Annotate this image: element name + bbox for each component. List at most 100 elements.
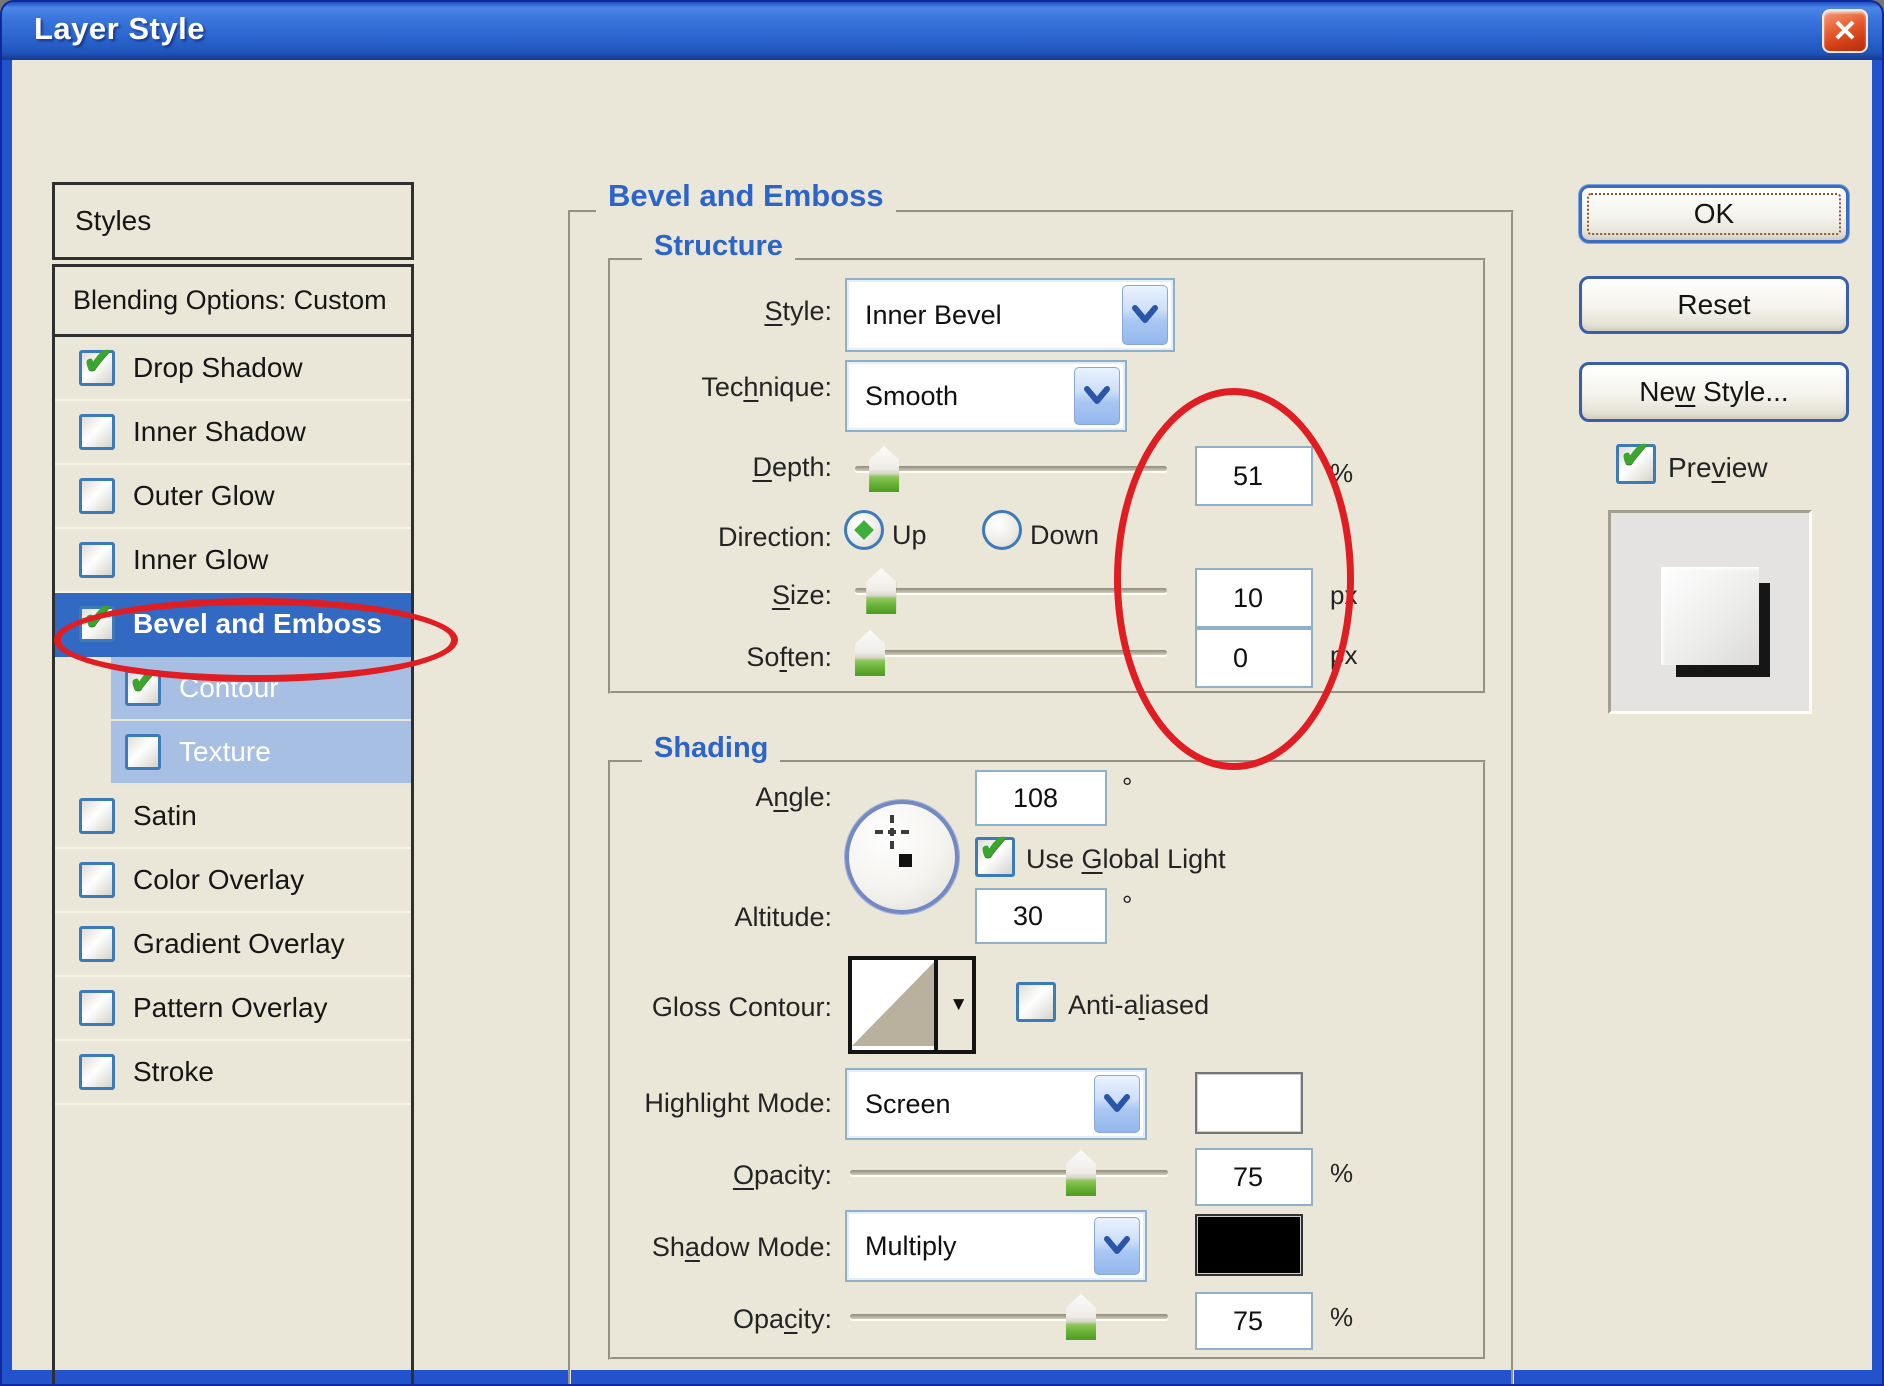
preview-bevel-square	[1661, 567, 1759, 665]
gloss-contour-label: Gloss Contour:	[482, 992, 832, 1023]
style-list-item[interactable]: Gradient Overlay	[55, 913, 411, 977]
depth-slider[interactable]	[855, 446, 1167, 494]
reset-button[interactable]: Reset	[1579, 276, 1849, 334]
style-list-item[interactable]: Stroke	[55, 1041, 411, 1105]
item-checkbox[interactable]	[79, 862, 115, 898]
use-global-light-checkbox[interactable]: ✔	[975, 837, 1015, 877]
highlight-opacity-thumb[interactable]	[1066, 1150, 1096, 1196]
item-label: Stroke	[133, 1056, 214, 1088]
highlight-mode-select[interactable]: Screen	[845, 1068, 1147, 1140]
shadow-color-swatch[interactable]	[1195, 1214, 1303, 1276]
direction-radio-down[interactable]	[982, 510, 1022, 550]
soften-input[interactable]	[1195, 628, 1313, 688]
style-list-item[interactable]: ✔Contour	[55, 657, 411, 721]
gloss-contour-swatch[interactable]: ▼	[848, 956, 976, 1054]
item-checkbox[interactable]	[79, 926, 115, 962]
angle-dial[interactable]	[845, 800, 959, 914]
ok-button[interactable]: OK	[1579, 185, 1849, 243]
gloss-contour-dropdown-icon[interactable]: ▼	[949, 994, 968, 1016]
style-list-item[interactable]: ✔Drop Shadow	[55, 337, 411, 401]
item-label: Inner Glow	[133, 544, 268, 576]
item-label: Gradient Overlay	[133, 928, 345, 960]
preview-label: Preview	[1668, 452, 1768, 484]
style-list-item[interactable]: ✔Bevel and Emboss	[55, 593, 411, 657]
depth-slider-track[interactable]	[855, 466, 1167, 471]
chevron-down-icon[interactable]	[1074, 367, 1120, 425]
window-title: Layer Style	[34, 11, 205, 47]
highlight-opacity-input[interactable]	[1195, 1148, 1313, 1206]
size-slider-track[interactable]	[855, 588, 1167, 593]
shadow-opacity-unit: %	[1330, 1302, 1353, 1333]
altitude-unit: °	[1122, 890, 1132, 921]
shadow-opacity-thumb[interactable]	[1066, 1294, 1096, 1340]
chevron-down-icon[interactable]	[1094, 1075, 1140, 1133]
altitude-input[interactable]	[975, 888, 1107, 944]
new-style-button[interactable]: New Style...	[1579, 362, 1849, 422]
style-select[interactable]: Inner Bevel	[845, 278, 1175, 352]
item-checkbox[interactable]	[79, 414, 115, 450]
angle-crosshair-icon	[890, 815, 894, 849]
anti-aliased-checkbox[interactable]	[1016, 982, 1056, 1022]
item-checkbox[interactable]: ✔	[79, 606, 115, 642]
shadow-opacity-track[interactable]	[850, 1314, 1168, 1319]
soften-slider-thumb[interactable]	[855, 630, 885, 676]
style-list-item[interactable]: Outer Glow	[55, 465, 411, 529]
item-checkbox[interactable]	[79, 990, 115, 1026]
gloss-contour-thumbnail[interactable]	[852, 960, 938, 1050]
highlight-color-swatch[interactable]	[1195, 1072, 1303, 1134]
shadow-opacity-input[interactable]	[1195, 1292, 1313, 1350]
close-button[interactable]: ✕	[1822, 9, 1868, 53]
shadow-mode-label: Shadow Mode:	[482, 1232, 832, 1263]
item-checkbox[interactable]	[79, 1054, 115, 1090]
soften-slider[interactable]	[855, 630, 1167, 678]
styles-list: Blending Options: Custom✔Drop Shadow Inne…	[52, 264, 414, 1386]
style-list-item[interactable]: Inner Glow	[55, 529, 411, 593]
shadow-mode-select[interactable]: Multiply	[845, 1210, 1147, 1282]
depth-input[interactable]	[1195, 446, 1313, 506]
technique-label: Technique:	[482, 372, 832, 403]
chevron-down-icon[interactable]	[1122, 285, 1168, 345]
styles-header-label: Styles	[75, 205, 151, 237]
item-checkbox[interactable]: ✔	[125, 670, 161, 706]
item-checkbox[interactable]	[79, 798, 115, 834]
item-checkbox[interactable]	[79, 542, 115, 578]
item-label: Pattern Overlay	[133, 992, 328, 1024]
highlight-opacity-unit: %	[1330, 1158, 1353, 1189]
size-slider[interactable]	[855, 568, 1167, 616]
direction-down-label: Down	[1030, 520, 1099, 551]
size-slider-thumb[interactable]	[866, 568, 896, 614]
chevron-down-icon[interactable]	[1094, 1217, 1140, 1275]
anti-aliased-label: Anti-aliased	[1068, 990, 1209, 1021]
item-label: Inner Shadow	[133, 416, 306, 448]
preview-checkbox[interactable]: ✔	[1616, 444, 1656, 484]
style-list-item[interactable]: Texture	[55, 721, 411, 785]
direction-radio-up[interactable]	[844, 510, 884, 550]
preview-thumbnail	[1608, 510, 1812, 714]
style-list-item[interactable]: Pattern Overlay	[55, 977, 411, 1041]
size-input[interactable]	[1195, 568, 1313, 628]
depth-slider-thumb[interactable]	[869, 446, 899, 492]
item-checkbox[interactable]	[125, 734, 161, 770]
highlight-opacity-label: Opacity:	[482, 1160, 832, 1191]
technique-select[interactable]: Smooth	[845, 360, 1127, 432]
style-list-item[interactable]: Satin	[55, 785, 411, 849]
highlight-opacity-slider[interactable]	[850, 1150, 1168, 1198]
item-label: Color Overlay	[133, 864, 304, 896]
item-label: Satin	[133, 800, 197, 832]
reset-button-label: Reset	[1677, 289, 1750, 321]
direction-up-label: Up	[892, 520, 927, 551]
style-list-item[interactable]: Inner Shadow	[55, 401, 411, 465]
style-list-item[interactable]: Blending Options: Custom	[55, 267, 411, 337]
style-list-item[interactable]: Color Overlay	[55, 849, 411, 913]
highlight-opacity-track[interactable]	[850, 1170, 1168, 1175]
angle-unit: °	[1122, 772, 1132, 803]
highlight-mode-label: Highlight Mode:	[482, 1088, 832, 1119]
item-checkbox[interactable]	[79, 478, 115, 514]
technique-select-value: Smooth	[847, 381, 1074, 412]
angle-input[interactable]	[975, 770, 1107, 826]
style-label: Style:	[482, 296, 832, 327]
highlight-mode-value: Screen	[847, 1089, 1094, 1120]
item-checkbox[interactable]: ✔	[79, 350, 115, 386]
soften-slider-track[interactable]	[855, 650, 1167, 655]
shadow-opacity-slider[interactable]	[850, 1294, 1168, 1342]
